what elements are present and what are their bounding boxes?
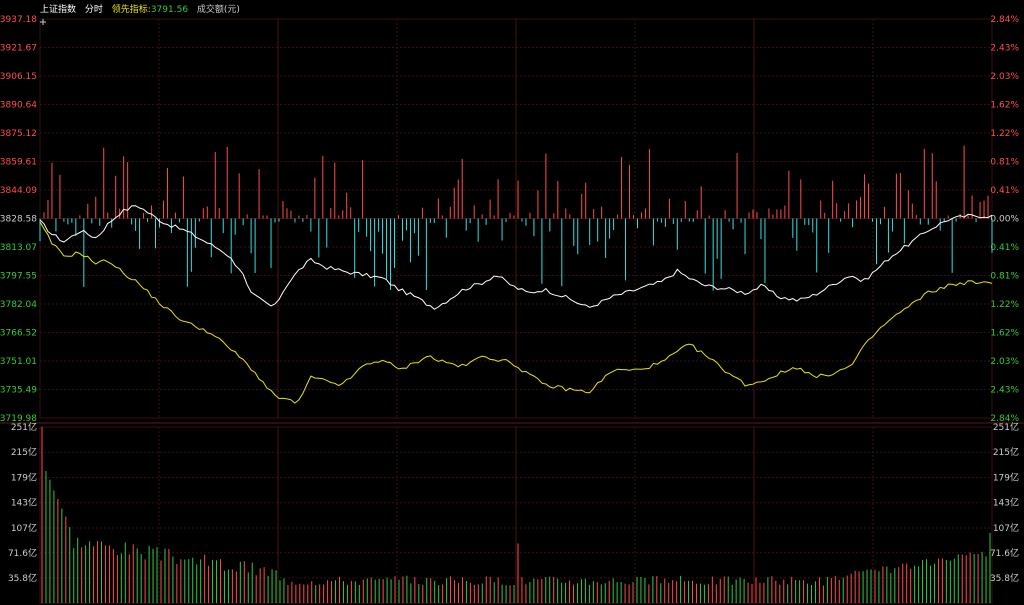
percent-tick-label: 2.43% xyxy=(990,44,1019,54)
price-tick-label: 3813.07 xyxy=(0,243,37,253)
price-tick-label: 3937.18 xyxy=(0,15,37,25)
percent-tick-label: 2.84% xyxy=(990,15,1019,25)
percent-tick-label: 0.41% xyxy=(990,243,1019,253)
price-tick-label: 3735.49 xyxy=(0,386,37,396)
price-tick-label: 3766.52 xyxy=(0,329,37,339)
price-tick-label: 3906.15 xyxy=(0,72,37,82)
price-tick-label: 3875.12 xyxy=(0,129,37,139)
volume-tick-label: 179亿 xyxy=(11,471,37,483)
volume-tick-label-right: 143亿 xyxy=(993,497,1019,509)
price-tick-label: 3859.61 xyxy=(0,158,37,168)
percent-tick-label: 0.81% xyxy=(990,158,1019,168)
chart-root: 上证指数 分时 领先指标:3791.56 成交额(元) 3937.18 2.84%… xyxy=(0,0,1024,605)
volume-tick-label-right: 107亿 xyxy=(993,522,1019,534)
price-tick-label: 3890.64 xyxy=(0,101,37,111)
volume-tick-label: 35.8亿 xyxy=(8,572,37,584)
price-tick-label: 3797.55 xyxy=(0,272,37,282)
price-tick-label: 3921.67 xyxy=(0,44,37,54)
percent-tick-label: 2.43% xyxy=(990,386,1019,396)
percent-tick-label: 1.62% xyxy=(990,329,1019,339)
volume-tick-label-right: 215亿 xyxy=(993,446,1019,458)
price-tick-label: 3828.58 xyxy=(0,215,37,225)
percent-tick-label: 0.41% xyxy=(990,186,1019,196)
volume-tick-label: 251亿 xyxy=(11,421,37,433)
volume-tick-label-right: 251亿 xyxy=(993,421,1019,433)
percent-tick-label: 1.22% xyxy=(990,300,1019,310)
percent-tick-label: 2.03% xyxy=(990,72,1019,82)
volume-tick-label: 107亿 xyxy=(11,522,37,534)
volume-tick-label: 143亿 xyxy=(11,497,37,509)
percent-tick-label: 2.03% xyxy=(990,357,1019,367)
percent-tick-label: 1.22% xyxy=(990,129,1019,139)
price-tick-label: 3844.09 xyxy=(0,186,37,196)
chart-svg[interactable]: 3937.18 2.84% 3921.67 2.43% 3906.15 2.03% 3890… xyxy=(0,0,1024,605)
price-tick-label: 3782.04 xyxy=(0,300,37,310)
volume-tick-label-right: 179亿 xyxy=(993,471,1019,483)
percent-tick-label: 0.81% xyxy=(990,272,1019,282)
volume-tick-label: 215亿 xyxy=(11,446,37,458)
percent-tick-label: 1.62% xyxy=(990,101,1019,111)
volume-tick-label-right: 71.6亿 xyxy=(990,547,1019,559)
percent-tick-label: 0.00% xyxy=(990,215,1019,225)
price-tick-label: 3751.01 xyxy=(0,357,37,367)
volume-tick-label: 71.6亿 xyxy=(8,547,37,559)
volume-tick-label-right: 35.8亿 xyxy=(990,572,1019,584)
